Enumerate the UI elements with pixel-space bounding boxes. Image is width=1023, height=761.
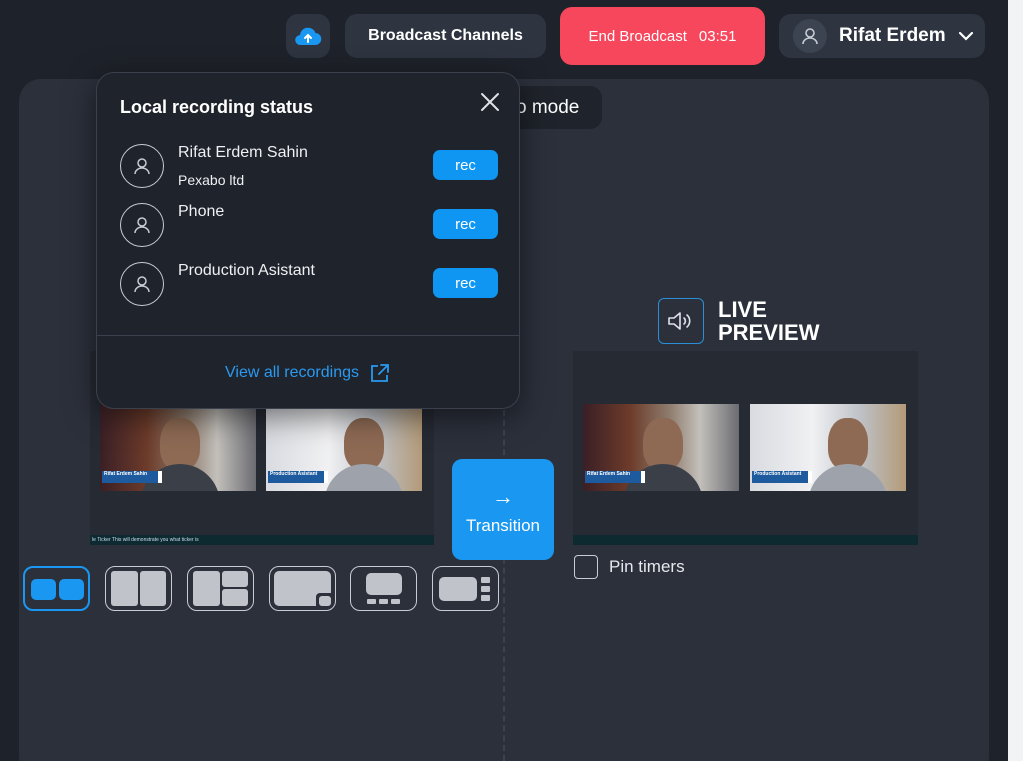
user-icon bbox=[134, 217, 150, 234]
local-recording-popup: Local recording status Rifat Erdem Sahin… bbox=[96, 72, 520, 409]
layout-grid-icon bbox=[193, 571, 220, 606]
close-icon[interactable] bbox=[479, 91, 501, 113]
live-preview-title: LIVE PREVIEW bbox=[718, 297, 820, 345]
lower-third: Rifat Erdem Sahin bbox=[102, 471, 162, 483]
layout-sidebar-button[interactable] bbox=[432, 566, 499, 611]
rec-button[interactable]: rec bbox=[433, 209, 498, 239]
layout-side-by-side-button[interactable] bbox=[23, 566, 90, 611]
user-name: Rifat Erdem bbox=[839, 25, 946, 46]
rec-button[interactable]: rec bbox=[433, 268, 498, 298]
transition-label: Transition bbox=[465, 515, 540, 535]
pin-timers-option[interactable]: Pin timers bbox=[574, 555, 685, 579]
participant-name: Phone bbox=[178, 203, 225, 220]
avatar bbox=[793, 19, 827, 53]
live-preview: Rifat Erdem Sahin Production Asistant bbox=[573, 351, 918, 545]
avatar bbox=[120, 144, 164, 188]
speaker-icon bbox=[668, 312, 691, 330]
participant-name: Production Asistant bbox=[178, 262, 315, 279]
live-tile-host: Rifat Erdem Sahin bbox=[583, 404, 739, 491]
end-broadcast-button[interactable]: End Broadcast 03:51 bbox=[560, 7, 765, 65]
layout-side-by-side-icon bbox=[31, 579, 56, 600]
scene-tile-assistant: Production Asistant bbox=[266, 404, 422, 491]
layout-sidebar-icon bbox=[439, 577, 477, 601]
list-item: Production Asistant rec bbox=[120, 262, 500, 306]
upload-button[interactable] bbox=[286, 14, 330, 58]
scene-tile-host: Rifat Erdem Sahin bbox=[100, 404, 256, 491]
chevron-down-icon bbox=[958, 31, 973, 41]
layout-grid-button[interactable] bbox=[187, 566, 254, 611]
layout-stage-icon bbox=[366, 573, 402, 595]
divider bbox=[97, 335, 519, 336]
layout-split-icon bbox=[111, 571, 138, 606]
user-icon bbox=[134, 158, 150, 175]
view-all-recordings-link[interactable]: View all recordings bbox=[225, 362, 391, 384]
external-link-icon bbox=[371, 364, 389, 382]
list-item: Phone rec bbox=[120, 203, 500, 247]
layout-split-button[interactable] bbox=[105, 566, 172, 611]
audio-toggle[interactable] bbox=[658, 298, 704, 344]
user-icon bbox=[134, 276, 150, 293]
participant-name: Rifat Erdem Sahin bbox=[178, 144, 308, 161]
arrow-right-icon: → bbox=[492, 483, 514, 509]
user-icon bbox=[802, 28, 818, 45]
cloud-upload-icon bbox=[295, 27, 322, 46]
view-all-label: View all recordings bbox=[225, 364, 359, 381]
transition-button[interactable]: → Transition bbox=[452, 459, 554, 560]
pin-timers-label: Pin timers bbox=[609, 557, 685, 576]
lower-third: Production Asistant bbox=[752, 471, 812, 483]
lower-third: Rifat Erdem Sahin bbox=[585, 471, 645, 483]
scene-divider bbox=[503, 400, 505, 761]
rec-button[interactable]: rec bbox=[433, 150, 498, 180]
popup-title: Local recording status bbox=[120, 97, 314, 117]
ticker-bar bbox=[573, 535, 918, 545]
lower-third: Production Asistant bbox=[268, 471, 328, 483]
avatar bbox=[120, 203, 164, 247]
user-menu-button[interactable]: Rifat Erdem bbox=[779, 14, 985, 58]
layout-pip-button[interactable] bbox=[269, 566, 336, 611]
pin-timers-checkbox[interactable] bbox=[574, 555, 598, 579]
layout-stage-button[interactable] bbox=[350, 566, 417, 611]
ticker-bar: le Ticker This will demonstrate you what… bbox=[90, 535, 434, 545]
broadcast-timer: 03:51 bbox=[698, 27, 737, 45]
list-item: Rifat Erdem Sahin Pexabo ltd rec bbox=[120, 144, 500, 188]
window-edge bbox=[1008, 0, 1023, 761]
end-broadcast-label: End Broadcast bbox=[588, 27, 687, 45]
mode-label: o mode bbox=[516, 96, 580, 118]
participant-org: Pexabo ltd bbox=[178, 172, 245, 188]
live-tile-assistant: Production Asistant bbox=[750, 404, 906, 491]
broadcast-channels-button[interactable]: Broadcast Channels bbox=[345, 14, 546, 58]
avatar bbox=[120, 262, 164, 306]
